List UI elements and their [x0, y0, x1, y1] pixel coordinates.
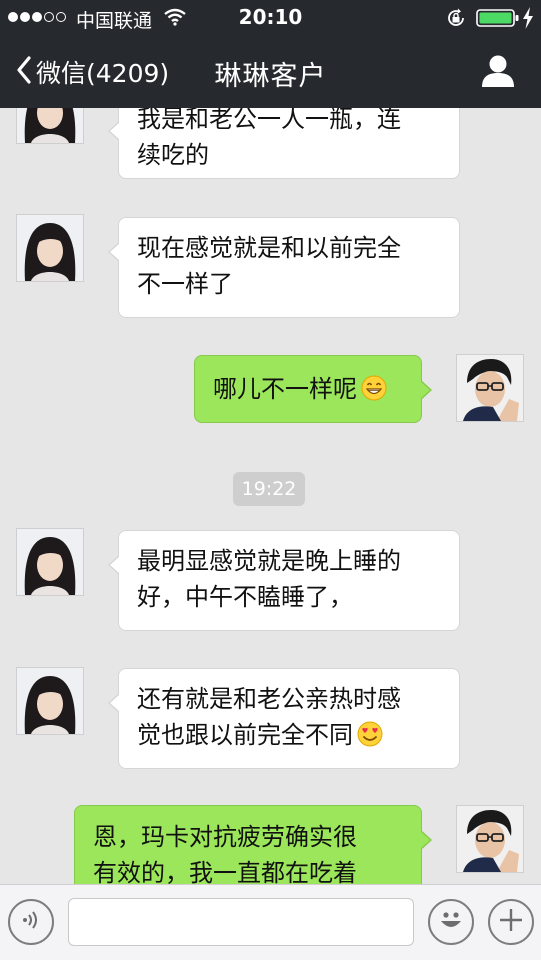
battery-icon	[476, 8, 520, 32]
message-bubble[interactable]: 现在感觉就是和以前完全 不一样了	[108, 217, 460, 318]
message-text-line: 最明显感觉就是晚上睡的	[137, 547, 401, 575]
emoji-button[interactable]	[428, 899, 474, 945]
contact-avatar[interactable]	[16, 214, 84, 282]
message-input[interactable]	[68, 898, 414, 946]
message-bubble[interactable]: 最明显感觉就是晚上睡的 好，中午不瞌睡了，	[108, 530, 460, 631]
heart-eyes-face-icon	[357, 721, 383, 757]
contact-avatar[interactable]	[16, 108, 84, 144]
charging-bolt-icon	[522, 7, 534, 33]
message-text-line: 好，中午不瞌睡了，	[137, 583, 353, 611]
message-text-line: 恩，玛卡对抗疲劳确实很	[93, 823, 357, 851]
message-text-line: 有效的，我一直都在吃着	[93, 859, 357, 884]
plus-icon	[498, 907, 524, 937]
message-text-line: 续吃的	[137, 141, 209, 169]
own-avatar[interactable]	[456, 354, 524, 422]
own-message-bubble[interactable]: 恩，玛卡对抗疲劳确实很 有效的，我一直都在吃着	[74, 805, 432, 884]
nav-bar: 微信(4209) 琳琳客户	[0, 36, 541, 108]
contact-info-button[interactable]	[480, 54, 520, 90]
top-bar: 中国联通 20:10 微信(4209) 琳琳客户	[0, 0, 541, 108]
contact-avatar[interactable]	[16, 667, 84, 735]
voice-icon	[19, 908, 43, 936]
message-bubble[interactable]: 还有就是和老公亲热时感 觉也跟以前完全不同	[108, 668, 460, 769]
person-icon	[480, 55, 516, 92]
contact-avatar[interactable]	[16, 528, 84, 596]
rotation-lock-icon	[446, 8, 466, 32]
smiley-icon	[434, 903, 468, 941]
chat-title: 琳琳客户	[214, 61, 327, 92]
message-text-line: 不一样了	[137, 270, 233, 298]
message-text-line: 还有就是和老公亲热时感	[137, 685, 401, 713]
input-bar	[0, 884, 541, 960]
own-message-bubble[interactable]: 哪儿不一样呢	[194, 355, 432, 423]
message-text-line: 觉也跟以前完全不同	[137, 721, 353, 749]
message-bubble[interactable]: 我是和老公一人一瓶，连 续吃的	[108, 108, 460, 179]
chat-area[interactable]: 我是和老公一人一瓶，连 续吃的 现在感觉就是和以前完全 不一样了 哪儿不一样呢	[0, 108, 541, 884]
own-avatar[interactable]	[456, 805, 524, 873]
message-text-line: 现在感觉就是和以前完全	[137, 234, 401, 262]
message-text-line: 我是和老公一人一瓶，连	[137, 108, 401, 133]
timestamp-badge: 19:22	[233, 472, 305, 506]
message-text-line: 哪儿不一样呢	[213, 375, 357, 403]
more-button[interactable]	[488, 899, 534, 945]
grinning-face-icon	[361, 375, 387, 411]
status-bar: 中国联通 20:10	[0, 0, 541, 36]
voice-button[interactable]	[8, 899, 54, 945]
